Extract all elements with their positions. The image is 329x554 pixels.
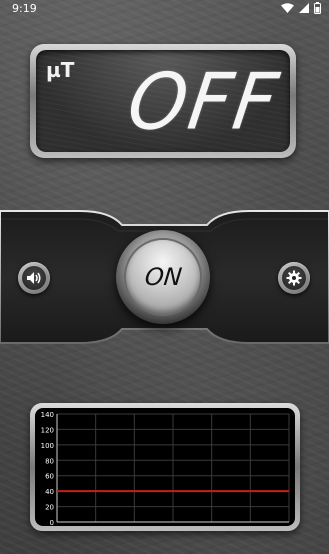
gear-icon [286, 270, 302, 286]
battery-icon [314, 2, 321, 14]
line-chart: 0 20 40 60 80 100 120 140 [41, 411, 290, 526]
unit-label: µT [46, 58, 75, 82]
signal-icon [299, 3, 309, 13]
sound-button[interactable] [18, 262, 50, 294]
y-tick-label: 40 [45, 488, 54, 496]
reading-display: µT OFF [30, 44, 296, 158]
status-time: 9:19 [12, 2, 37, 15]
reading-display-screen: µT OFF [36, 50, 290, 152]
y-tick-label: 80 [45, 457, 54, 465]
speaker-icon [27, 272, 41, 284]
settings-button-face [282, 266, 306, 290]
power-button[interactable]: ON [116, 230, 210, 324]
settings-button[interactable] [278, 262, 310, 294]
power-button-face: ON [126, 240, 200, 314]
status-icons [281, 2, 321, 14]
y-tick-label: 60 [45, 473, 54, 481]
wifi-icon [281, 3, 294, 13]
y-tick-label: 20 [45, 504, 54, 512]
y-tick-label: 100 [41, 442, 54, 450]
status-bar: 9:19 [0, 0, 329, 18]
y-tick-label: 140 [41, 411, 54, 419]
graph-area: 0 20 40 60 80 100 120 140 [35, 408, 295, 526]
reading-value: OFF [122, 56, 285, 148]
graph-frame: 0 20 40 60 80 100 120 140 [30, 403, 300, 531]
y-tick-label: 120 [41, 426, 54, 434]
y-tick-label: 0 [50, 519, 54, 526]
sound-button-face [22, 266, 46, 290]
power-button-label: ON [143, 263, 183, 291]
